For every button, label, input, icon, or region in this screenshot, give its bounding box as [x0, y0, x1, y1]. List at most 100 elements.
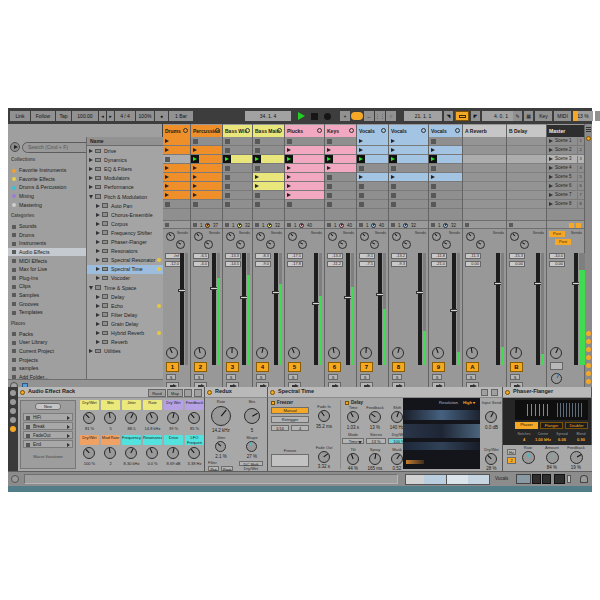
quantization-menu[interactable]: 1 Bar — [169, 111, 193, 121]
send-post-a[interactable]: Post — [549, 231, 565, 237]
macro-knob[interactable] — [83, 412, 95, 424]
time-signature-field[interactable]: 4 / 4 — [115, 111, 135, 121]
clip-slot[interactable] — [325, 191, 356, 200]
sync-button[interactable]: 2 — [507, 457, 516, 464]
solo-button[interactable]: S — [256, 374, 266, 380]
cue-volume-knob[interactable] — [551, 373, 562, 384]
category-item-10[interactable]: Templates — [8, 308, 86, 317]
amount-knob[interactable] — [546, 451, 559, 464]
rate-knob[interactable] — [211, 406, 231, 426]
track-activator-button[interactable]: 5 — [288, 362, 301, 372]
stereo-value[interactable]: 13 % — [366, 438, 386, 444]
fade-out-knob[interactable] — [318, 451, 330, 463]
send-b-knob[interactable] — [442, 240, 451, 249]
session-record-button[interactable] — [351, 112, 363, 120]
solo-button[interactable]: S — [328, 374, 338, 380]
fade-in-knob[interactable] — [318, 410, 330, 422]
clip-slot[interactable] — [429, 173, 462, 182]
param-value-center[interactable]: 1.00 kHz — [534, 437, 552, 442]
st-drywet-knob[interactable] — [485, 453, 497, 465]
pan-knob[interactable] — [226, 347, 238, 359]
clip-slot[interactable] — [163, 164, 190, 173]
volume-fader-track[interactable] — [274, 253, 278, 365]
track-activator-button[interactable]: A — [466, 362, 479, 372]
macro-knob[interactable] — [104, 447, 116, 459]
track-header[interactable]: Keys — [325, 125, 356, 137]
solo-button[interactable]: S — [166, 374, 176, 380]
pan-knob[interactable] — [432, 347, 444, 359]
tempo-field[interactable]: 100.00 — [72, 111, 98, 121]
rack-toggle-dot[interactable] — [10, 408, 16, 414]
scene-row[interactable]: Scene 22 — [547, 146, 584, 155]
track-activator-button[interactable]: 4 — [256, 362, 269, 372]
link-button[interactable]: Link — [10, 111, 30, 121]
clip-slot[interactable] — [191, 137, 222, 146]
track-header[interactable]: A Reverb — [463, 125, 506, 137]
clip-slot[interactable] — [389, 200, 428, 209]
back-to-arrangement-button[interactable]: ← — [364, 111, 374, 121]
clip-slot[interactable] — [429, 200, 462, 209]
browser-item-drive[interactable]: Drive — [87, 147, 163, 156]
scene-row[interactable]: Scene 33 — [547, 155, 584, 164]
volume-fader-track[interactable] — [242, 253, 246, 365]
param-value-spread[interactable]: 6.06 — [553, 437, 571, 442]
browser-item-corpus[interactable]: Corpus — [87, 219, 163, 228]
volume-fader-track[interactable] — [212, 253, 216, 365]
rack-toggle-dot[interactable] — [10, 390, 16, 396]
browser-item-chorus-ensemble[interactable]: Chorus-Ensemble — [87, 210, 163, 219]
clip-slot[interactable] — [389, 191, 428, 200]
clip-slot[interactable] — [357, 191, 388, 200]
clip-slot[interactable] — [389, 182, 428, 191]
volume-fader-track[interactable] — [378, 253, 382, 365]
clip-slot[interactable] — [389, 155, 428, 164]
clip-slot[interactable] — [285, 182, 324, 191]
pan-knob[interactable] — [166, 347, 178, 359]
tab-doubler[interactable]: Doubler — [565, 422, 588, 429]
volume-fader-track[interactable] — [536, 253, 540, 365]
solo-button[interactable]: S — [432, 374, 442, 380]
browser-item-spectral-time[interactable]: Spectral Time — [87, 265, 163, 274]
rand-button[interactable]: Rand — [148, 389, 166, 397]
clip-slot[interactable] — [285, 155, 324, 164]
send-a-knob[interactable] — [392, 232, 401, 241]
browser-item-filter-delay[interactable]: Filter Delay — [87, 310, 163, 319]
scene-stop-dot[interactable] — [586, 363, 591, 368]
volume-fader-track[interactable] — [314, 253, 318, 365]
clip-slot[interactable] — [223, 173, 252, 182]
retrigger-button[interactable]: Retrigger — [271, 416, 309, 423]
clip-slot[interactable] — [357, 173, 388, 182]
track-header[interactable]: Percussion — [191, 125, 222, 137]
variation-break[interactable]: Break — [23, 422, 73, 430]
nudge-up-button[interactable]: ▸ — [107, 111, 114, 121]
pan-knob[interactable] — [466, 347, 478, 359]
track-header[interactable]: Plucks — [285, 125, 324, 137]
browser-item-frequency-shifter[interactable]: Frequency Shifter — [87, 228, 163, 237]
pan-knob[interactable] — [550, 347, 562, 359]
clip-slot[interactable] — [429, 164, 462, 173]
send-b-knob[interactable] — [204, 240, 213, 249]
hotswap-icon[interactable] — [481, 389, 488, 396]
send-a-knob[interactable] — [288, 232, 297, 241]
clip-slot[interactable] — [357, 200, 388, 209]
clip-slot[interactable] — [223, 146, 252, 155]
follow-actions-button[interactable]: ▦ — [524, 111, 533, 121]
macro-knob[interactable] — [167, 447, 179, 459]
mini-device-3[interactable] — [542, 474, 551, 484]
rate-knob[interactable] — [522, 451, 535, 464]
send-b-knob[interactable] — [338, 240, 347, 249]
collection-item-2[interactable]: Drums & Percussion — [8, 183, 86, 192]
param-value-notches[interactable]: 4 — [515, 437, 533, 442]
clip-slot[interactable] — [389, 137, 428, 146]
hz-button[interactable]: Hz — [507, 449, 516, 455]
manual-button[interactable]: Manual — [271, 407, 309, 414]
scene-row[interactable]: Scene 77 — [547, 191, 584, 200]
browser-item-resonators[interactable]: Resonators — [87, 247, 163, 256]
browser-item-eq-filters[interactable]: EQ & Filters — [87, 165, 163, 174]
place-item-0[interactable]: Packs — [8, 330, 86, 339]
clip-slot[interactable] — [285, 200, 324, 209]
scene-stop-dot[interactable] — [586, 379, 591, 384]
macro-toggle-icon[interactable] — [184, 389, 192, 397]
track-activator-button[interactable]: 8 — [392, 362, 405, 372]
macro-knob[interactable] — [188, 412, 200, 424]
follow-button[interactable]: Follow — [31, 111, 55, 121]
